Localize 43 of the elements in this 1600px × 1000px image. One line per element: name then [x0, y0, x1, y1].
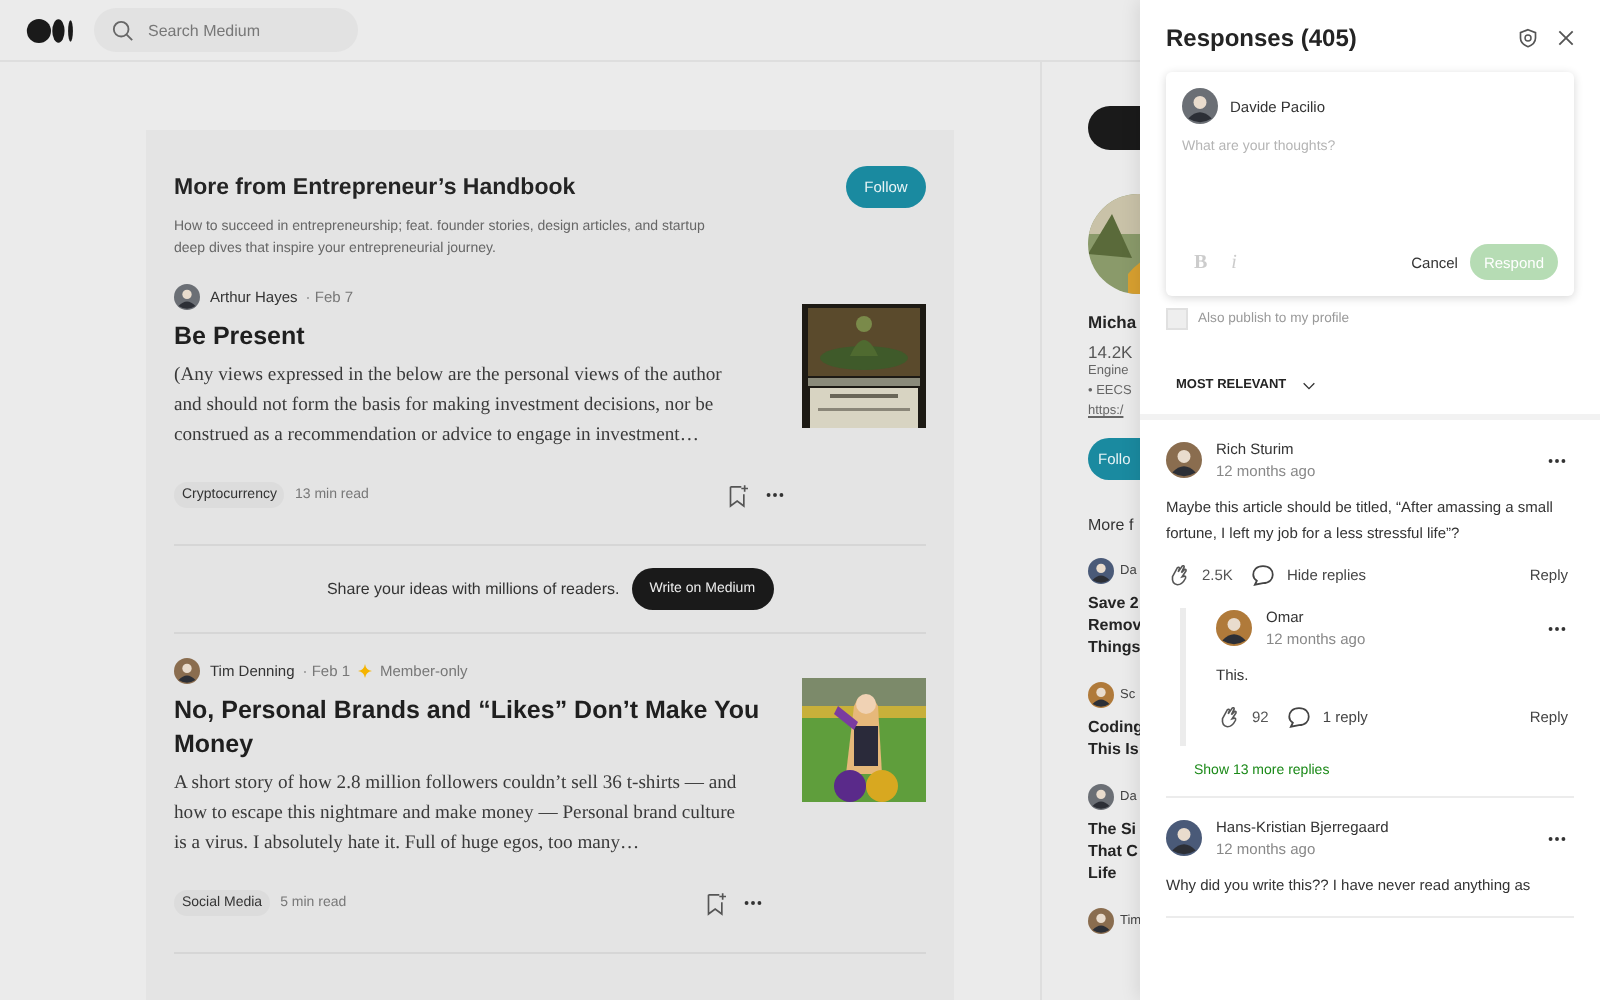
avatar	[1166, 820, 1202, 856]
more-icon[interactable]	[1548, 457, 1566, 463]
author-name[interactable]: Micha	[1088, 312, 1137, 332]
avatar	[1182, 88, 1218, 124]
avatar	[1216, 610, 1252, 646]
bookmark-icon[interactable]	[706, 891, 727, 915]
search-field[interactable]: Search Medium	[94, 8, 358, 52]
star-icon	[358, 664, 373, 678]
more-icon[interactable]	[766, 492, 785, 498]
more-icon[interactable]	[1548, 835, 1566, 841]
checkbox[interactable]	[1166, 308, 1188, 330]
action-button[interactable]	[1088, 106, 1140, 150]
search-icon	[112, 19, 134, 41]
more-icon[interactable]	[744, 900, 763, 906]
clap-icon[interactable]	[1216, 704, 1242, 730]
chevron-down-icon[interactable]	[1302, 381, 1317, 389]
article-title[interactable]: Be Present	[174, 320, 786, 354]
article-excerpt: (Any views expressed in the below are the personal views of the author and should not form the basis for making investment decisions, nor be construed as a recommendation or advice to engage in investment…	[174, 362, 724, 450]
story-title[interactable]: Save 2 Remov Things	[1088, 592, 1142, 658]
comment-icon[interactable]	[1286, 704, 1313, 730]
avatar	[1088, 682, 1114, 708]
article-excerpt: A short story of how 2.8 million followers couldn’t sell 36 t-shirts — and how to escape this nightmare and make money — Personal brand culture is a virus. I absolutely hate it. Full of huge egos, too many…	[174, 770, 739, 858]
bookmark-icon[interactable]	[728, 483, 749, 507]
panel-title: Responses (405)	[1166, 24, 1359, 52]
shield-icon[interactable]	[1518, 28, 1538, 48]
avatar	[1088, 558, 1114, 584]
comment-icon[interactable]	[1250, 562, 1277, 588]
story-title[interactable]: The Si That C Life	[1088, 818, 1138, 884]
avatar	[174, 658, 200, 684]
publication-title: More from Entrepreneur’s Handbook	[174, 175, 576, 199]
follower-count: 14.2K	[1088, 342, 1133, 362]
more-icon[interactable]	[1548, 625, 1566, 631]
logo-icon[interactable]	[26, 17, 76, 43]
avatar	[1166, 442, 1202, 478]
avatar	[1088, 908, 1114, 934]
close-icon[interactable]	[1556, 28, 1576, 48]
section-heading: More f	[1088, 516, 1134, 534]
avatar	[1088, 784, 1114, 810]
search-input[interactable]: Search Medium	[148, 21, 348, 39]
avatar	[174, 284, 200, 310]
prompt-text: Share your ideas with millions of readers.	[326, 580, 620, 598]
article-title[interactable]: No, Personal Brands and “Likes” Don’t Make You Money	[174, 694, 786, 762]
clap-icon[interactable]	[1166, 562, 1192, 588]
